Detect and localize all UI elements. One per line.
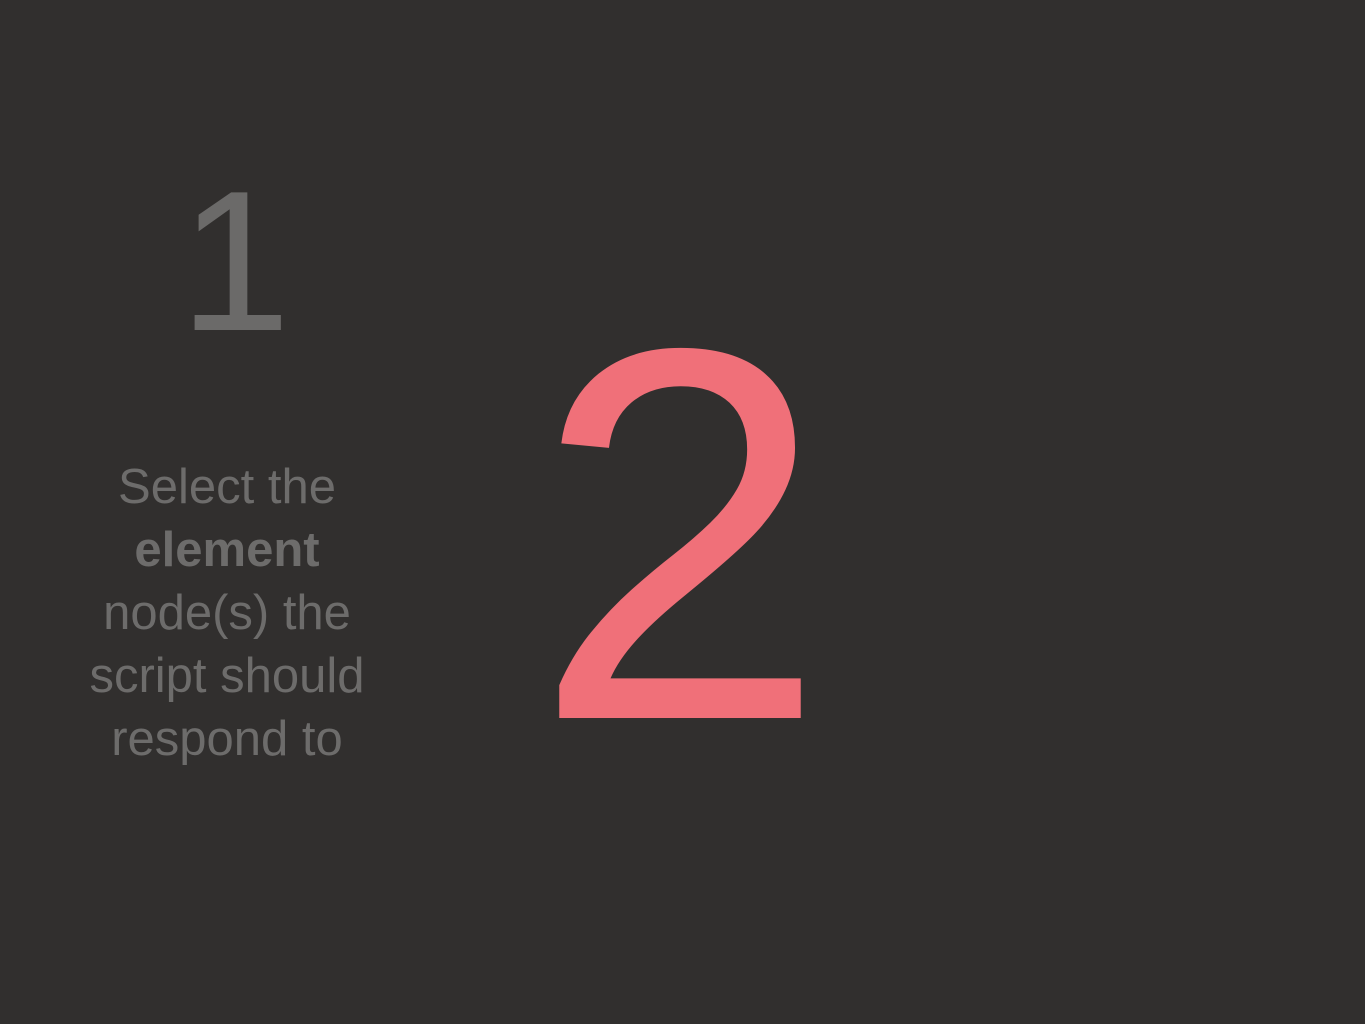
step-1-line-5: respond to bbox=[111, 712, 343, 766]
step-1-description: Select the element node(s) the script sh… bbox=[52, 456, 402, 771]
step-1-bold-word: element bbox=[134, 523, 320, 577]
step-1-number: 1 bbox=[179, 150, 291, 373]
step-1-line-3: node(s) the bbox=[103, 586, 351, 640]
presentation-slide: 1 Select the element node(s) the script … bbox=[0, 0, 1365, 1024]
step-1-line-4: script should bbox=[89, 649, 365, 703]
step-1-line-2: element bbox=[52, 519, 402, 582]
step-1-line-1: Select the bbox=[118, 460, 336, 514]
step-2-number: 2 bbox=[532, 239, 828, 831]
